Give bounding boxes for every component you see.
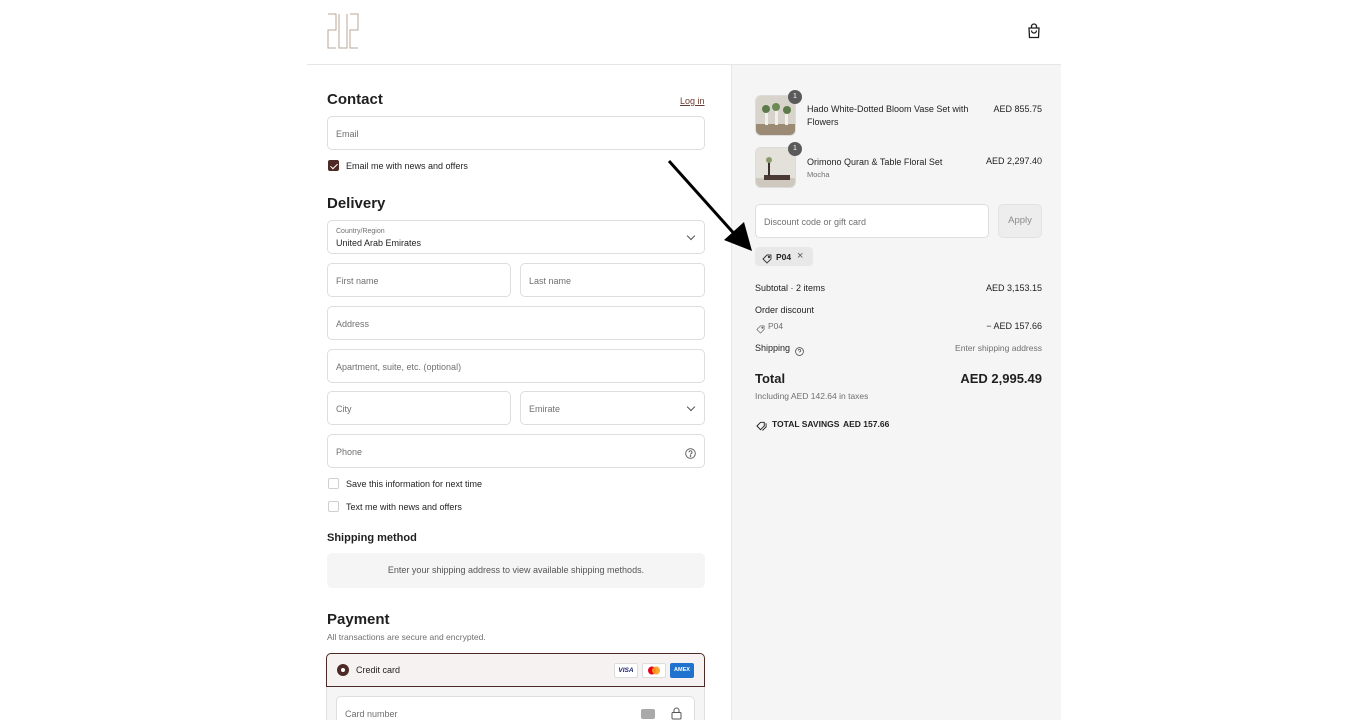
mastercard-logo xyxy=(648,666,660,675)
newsletter-label: Email me with news and offers xyxy=(346,161,468,171)
shipping-method-notice: Enter your shipping address to view avai… xyxy=(387,565,645,575)
card-icon xyxy=(641,709,655,719)
shopping-bag-icon[interactable] xyxy=(1027,23,1041,39)
first-name-field[interactable]: First name xyxy=(327,263,511,297)
text-offers-checkbox[interactable] xyxy=(328,501,339,512)
quantity-badge: 1 xyxy=(788,90,802,104)
credit-card-radio[interactable] xyxy=(337,664,349,676)
discount-value: − AED 157.66 xyxy=(986,321,1042,331)
credit-card-label: Credit card xyxy=(356,665,401,675)
country-select[interactable]: Country/Region United Arab Emirates xyxy=(327,220,705,254)
item-name: Hado White-Dotted Bloom Vase Set with Fl… xyxy=(807,104,969,127)
payment-title: Payment xyxy=(327,611,390,628)
save-info-checkbox[interactable] xyxy=(328,478,339,489)
applied-code: P04 xyxy=(776,252,792,262)
subtotal-label: Subtotal · 2 items xyxy=(755,283,826,293)
login-link[interactable]: Log in xyxy=(680,96,705,106)
visa-icon: VISA xyxy=(614,663,638,678)
newsletter-checkbox[interactable] xyxy=(328,160,339,171)
arrow-annotation-icon xyxy=(666,158,756,259)
save-info-label: Save this information for next time xyxy=(346,479,483,489)
last-name-field[interactable]: Last name xyxy=(520,263,705,297)
shipping-method-title: Shipping method xyxy=(327,532,417,544)
country-value: United Arab Emirates xyxy=(336,238,422,248)
address-placeholder: Address xyxy=(336,319,370,329)
shipping-label: Shipping xyxy=(755,343,791,353)
phone-placeholder: Phone xyxy=(336,447,363,457)
discount-code-field[interactable]: Discount code or gift card xyxy=(755,204,989,238)
amex-icon: AMEX xyxy=(670,663,694,678)
subtotal-value: AED 3,153.15 xyxy=(985,283,1042,293)
taxes-note: Including AED 142.64 in taxes xyxy=(755,391,869,401)
apply-button[interactable]: Apply xyxy=(998,204,1042,238)
savings-tag-icon xyxy=(756,418,767,436)
item-name: Orimono Quran & Table Floral Set xyxy=(807,157,943,167)
emirate-select[interactable]: Emirate xyxy=(520,391,705,425)
city-field[interactable]: City xyxy=(327,391,511,425)
contact-title: Contact xyxy=(327,91,383,108)
emirate-placeholder: Emirate xyxy=(529,404,561,414)
applied-discount-chip: P04 × xyxy=(755,247,813,266)
mastercard-icon xyxy=(642,663,666,678)
text-offers-label: Text me with news and offers xyxy=(346,502,462,512)
card-number-placeholder: Card number xyxy=(345,709,398,719)
item-price: AED 855.75 xyxy=(993,104,1042,114)
item-variant: Mocha xyxy=(807,170,830,179)
total-value: AED 2,995.49 xyxy=(960,371,1042,386)
help-icon[interactable] xyxy=(795,343,804,361)
total-label: Total xyxy=(755,371,786,386)
card-number-field[interactable]: Card number xyxy=(336,696,695,720)
order-discount-label: Order discount xyxy=(755,305,815,315)
discount-placeholder: Discount code or gift card xyxy=(764,217,867,227)
phone-field[interactable]: Phone xyxy=(327,434,705,468)
apartment-placeholder: Apartment, suite, etc. (optional) xyxy=(336,362,462,372)
checkout-header xyxy=(0,0,1368,65)
quantity-badge: 1 xyxy=(788,142,802,156)
chevron-down-icon xyxy=(686,402,696,412)
tag-icon xyxy=(756,321,765,339)
help-icon[interactable] xyxy=(685,446,696,464)
tag-icon xyxy=(762,251,772,269)
total-savings-value: AED 157.66 xyxy=(843,419,890,429)
item-price: AED 2,297.40 xyxy=(985,156,1042,166)
shipping-value: Enter shipping address xyxy=(955,343,1042,353)
country-label: Country/Region xyxy=(336,228,385,235)
first-name-placeholder: First name xyxy=(336,276,379,286)
credit-card-option[interactable]: Credit card VISA AMEX xyxy=(326,653,705,687)
remove-discount-icon[interactable]: × xyxy=(797,250,803,262)
apartment-field[interactable]: Apartment, suite, etc. (optional) xyxy=(327,349,705,383)
address-field[interactable]: Address xyxy=(327,306,705,340)
delivery-title: Delivery xyxy=(327,195,386,212)
store-logo[interactable] xyxy=(326,12,360,52)
shipping-method-notice-box: Enter your shipping address to view avai… xyxy=(327,553,705,588)
credit-card-details: Card number xyxy=(326,687,705,720)
total-savings-label: TOTAL SAVINGS xyxy=(772,419,840,429)
email-placeholder: Email xyxy=(336,129,359,139)
last-name-placeholder: Last name xyxy=(529,276,572,286)
discount-code-label: P04 xyxy=(768,321,784,331)
payment-subtitle: All transactions are secure and encrypte… xyxy=(327,632,486,642)
email-field[interactable]: Email xyxy=(327,116,705,150)
city-placeholder: City xyxy=(336,404,352,414)
lock-icon xyxy=(671,707,682,720)
